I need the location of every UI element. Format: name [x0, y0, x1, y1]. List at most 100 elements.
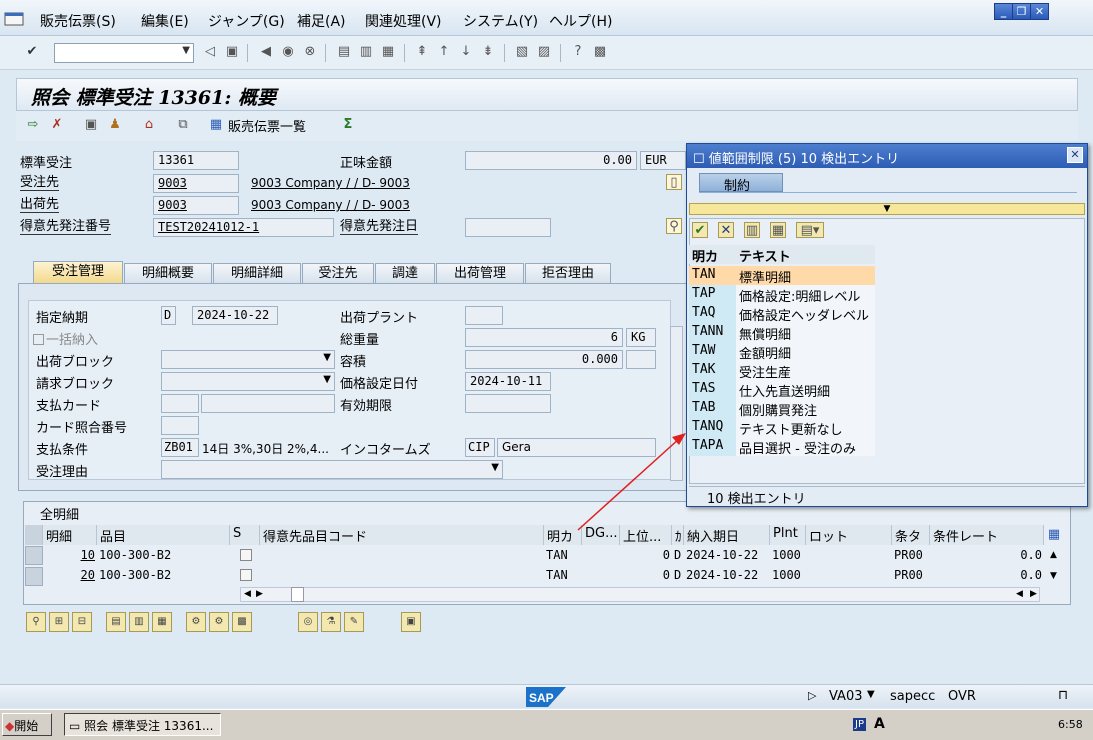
po-label[interactable]: 得意先発注番号	[20, 219, 112, 235]
back-arrow-icon[interactable]: ◁	[202, 44, 218, 60]
table-icon[interactable]: ▦	[208, 117, 224, 133]
item-number-cell[interactable]: 20	[43, 566, 97, 586]
row-selector[interactable]	[25, 567, 43, 586]
menu-sales-document[interactable]: 販売伝票(S)	[40, 11, 116, 31]
tab-item-detail[interactable]: 明細詳細	[213, 263, 301, 283]
previous-page-icon[interactable]: ↑	[436, 44, 452, 60]
task-button-sap[interactable]: ▭ 照会 標準受注 13361...	[64, 713, 221, 736]
search-icon[interactable]: ⚲	[666, 218, 682, 234]
po-date-field[interactable]	[465, 218, 551, 237]
col-delivery-date[interactable]: 納入期日	[684, 525, 770, 545]
menu-goto[interactable]: ジャンプ(G)	[208, 11, 285, 31]
save-icon[interactable]: ▣	[224, 44, 240, 60]
sigma-icon[interactable]: Σ	[340, 117, 356, 133]
volume-field[interactable]: 0.000	[465, 350, 623, 369]
select-all-icon[interactable]: ▤	[106, 612, 126, 632]
chevron-down-icon[interactable]: ▼	[182, 45, 190, 56]
menu-system[interactable]: システム(Y)	[463, 11, 538, 31]
net-value-field[interactable]: 0.00	[465, 151, 637, 170]
delivery-block-select[interactable]: ▼	[161, 350, 335, 369]
tab-ordering-party[interactable]: 受注先	[302, 263, 374, 283]
complete-delivery-checkbox[interactable]: 一括納入	[33, 329, 98, 348]
tab-restrictions[interactable]: 制約	[699, 173, 783, 194]
incoterms-field[interactable]: CIP	[465, 438, 495, 457]
billing-block-select[interactable]: ▼	[161, 372, 335, 391]
ime-indicator[interactable]: JP	[853, 718, 866, 731]
col-customer-material[interactable]: 得意先品目コード	[260, 525, 544, 545]
expand-restrictions-handle[interactable]: ▼	[689, 203, 1085, 215]
horizontal-scrollbar[interactable]	[240, 587, 1040, 602]
tab-shipping[interactable]: 出荷管理	[436, 263, 524, 283]
col-plant[interactable]: Plnt	[770, 525, 806, 545]
select-block-icon[interactable]: ▥	[129, 612, 149, 632]
material-cell[interactable]: 100-300-B2	[97, 566, 230, 586]
condition-type-cell[interactable]: PR00	[892, 566, 930, 586]
scroll-thumb[interactable]	[291, 587, 304, 602]
ime-mode-icon[interactable]: A	[874, 716, 885, 732]
doc-list-button[interactable]: 販売伝票一覧	[228, 116, 306, 135]
sub-items-icon[interactable]: ⚙	[209, 612, 229, 632]
ship-to-label[interactable]: 出荷先	[20, 197, 60, 213]
valid-to-field[interactable]	[465, 394, 551, 413]
po-date-label[interactable]: 得意先発注日	[340, 219, 419, 235]
condition-type-cell[interactable]: PR00	[892, 546, 930, 566]
free-goods-icon[interactable]: ▣	[401, 612, 421, 632]
volume-unit-field[interactable]	[626, 350, 656, 369]
ship-to-field[interactable]: 9003	[153, 196, 239, 215]
col-key[interactable]: 明カ	[689, 245, 736, 265]
col-condition-type[interactable]: 条タ	[892, 525, 930, 545]
first-page-icon[interactable]: ⇞	[414, 44, 430, 60]
enter-icon[interactable]: ✔	[24, 44, 40, 60]
configuration-icon[interactable]: ⚙	[186, 612, 206, 632]
layout-menu-icon[interactable]: ▩	[592, 44, 608, 60]
pricing-icon[interactable]: ◎	[298, 612, 318, 632]
check-icon[interactable]: ✔	[692, 222, 708, 238]
currency-field[interactable]: EUR	[640, 151, 686, 170]
menu-environment[interactable]: 関連処理(V)	[365, 11, 442, 31]
unit-cell[interactable]: D	[672, 566, 684, 586]
start-button[interactable]: ◆開始	[2, 713, 52, 736]
tab-reason-rejection[interactable]: 拒否理由	[525, 263, 611, 283]
weight-field[interactable]: 6	[465, 328, 623, 347]
tab-procurement[interactable]: 調達	[375, 263, 435, 283]
payment-terms-field[interactable]: ZB01	[161, 438, 199, 457]
row-selector[interactable]	[25, 546, 43, 565]
close-icon[interactable]: ✕	[1030, 3, 1049, 20]
ship-to-name-link[interactable]: 9003 Company / / D- 9003	[251, 198, 410, 212]
table-settings-icon[interactable]: ▦	[1046, 527, 1062, 543]
sold-to-name-link[interactable]: 9003 Company / / D- 9003	[251, 176, 410, 190]
weight-unit-field[interactable]: KG	[626, 328, 656, 347]
checkbox[interactable]	[240, 549, 252, 561]
menu-edit[interactable]: 編集(E)	[141, 11, 189, 31]
sold-to-field[interactable]: 9003	[153, 174, 239, 193]
col-higher-level[interactable]: 上位...	[620, 525, 672, 545]
pricing-date-field[interactable]: 2024-10-11	[465, 372, 551, 391]
delete-row-icon[interactable]: ⊟	[72, 612, 92, 632]
sap-window-icon[interactable]	[4, 12, 24, 26]
order-number-field[interactable]: 13361	[153, 151, 239, 170]
quantity-cell[interactable]: 0	[620, 546, 672, 566]
card-number-field[interactable]	[201, 394, 335, 413]
col-material[interactable]: 品目	[97, 525, 230, 545]
req-date-field[interactable]: 2024-10-22	[192, 306, 278, 325]
plant-field[interactable]	[465, 306, 503, 325]
material-cell[interactable]: 100-300-B2	[97, 546, 230, 566]
display-change-toggle-icon[interactable]: ✗	[49, 117, 65, 133]
scroll-right-icon[interactable]: ▶	[256, 589, 263, 599]
item-detail-icon[interactable]: ⚲	[26, 612, 46, 632]
scroll-left-icon[interactable]: ◀	[1016, 589, 1023, 599]
col-s[interactable]: S	[230, 525, 260, 545]
scroll-up-icon[interactable]: ▲	[1050, 550, 1057, 560]
schedule-lines-icon[interactable]: ▩	[232, 612, 252, 632]
chevron-down-icon[interactable]: ▼	[867, 689, 875, 700]
menu-extras[interactable]: 補足(A)	[297, 11, 346, 31]
minimize-icon[interactable]: _	[994, 3, 1013, 20]
cancel-icon[interactable]: ⊗	[302, 44, 318, 60]
document-detail-icon[interactable]: ▯	[666, 174, 682, 190]
item-category-cell[interactable]: TAN	[544, 566, 582, 586]
close-icon[interactable]: ✕	[1067, 147, 1083, 163]
help-icon[interactable]: ?	[570, 44, 586, 60]
new-session-icon[interactable]: ▧	[514, 44, 530, 60]
item-overview-icon[interactable]: ⧉	[175, 117, 191, 133]
back-icon[interactable]: ◀	[258, 44, 274, 60]
